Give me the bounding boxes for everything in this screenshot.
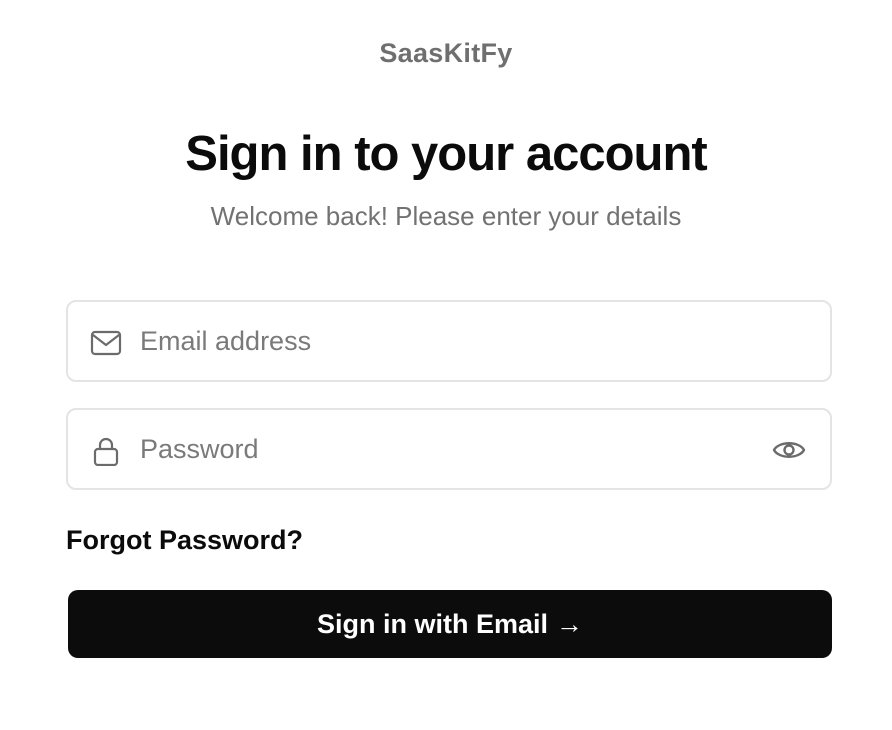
page-subtitle: Welcome back! Please enter your details xyxy=(210,201,682,231)
arrow-right-icon: → xyxy=(556,608,584,639)
page-title: Sign in to your account xyxy=(185,127,707,181)
mail-icon xyxy=(90,328,122,358)
password-field[interactable] xyxy=(66,408,832,490)
email-input[interactable] xyxy=(140,302,760,380)
lock-icon xyxy=(90,436,122,467)
email-field[interactable] xyxy=(66,300,832,382)
brand-logo-text: SaasKitFy xyxy=(379,38,513,68)
forgot-password-link[interactable]: Forgot Password? xyxy=(66,522,303,558)
show-password-eye-icon[interactable] xyxy=(772,434,806,466)
sign-in-button-label: Sign in with Email xyxy=(316,608,549,639)
sign-in-with-email-button[interactable]: Sign in with Email → xyxy=(68,590,832,658)
password-input[interactable] xyxy=(140,410,760,488)
